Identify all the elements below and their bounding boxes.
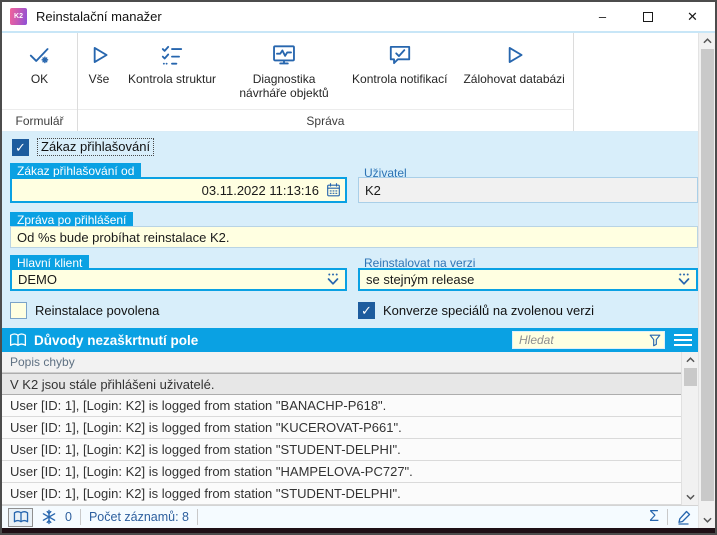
checklist-icon (159, 42, 185, 68)
ribbon-empty-area (574, 33, 698, 131)
uzivatel-input[interactable] (358, 177, 698, 203)
konverze-specialu-label[interactable]: Konverze speciálů na zvolenou verzi (383, 303, 594, 318)
window-title: Reinstalační manažer (36, 9, 162, 24)
reinstalace-povolena-checkbox[interactable] (10, 302, 27, 319)
zalohovat-databazi-label: Zálohovat databázi (463, 72, 564, 86)
kontrola-struktur-button[interactable]: Kontrola struktur (120, 38, 224, 109)
edit-pencil-icon[interactable] (676, 509, 692, 525)
statusbar: 0 Počet záznamů: 8 Σ (2, 505, 698, 528)
ribbon-group-formular: Formulář (2, 109, 77, 131)
play-icon (501, 42, 527, 68)
scroll-up-icon[interactable] (699, 33, 716, 49)
hlavni-klient-input[interactable] (10, 268, 347, 291)
ribbon-toolbar: OK Formulář Vše (2, 33, 698, 132)
scrollbar-thumb[interactable] (701, 49, 714, 501)
zalohovat-databazi-button[interactable]: Zálohovat databázi (455, 38, 572, 109)
book-icon (9, 332, 27, 348)
diagnostika-button[interactable]: Diagnostika návrháře objektů (224, 38, 344, 109)
zakaz-prihlasovani-label[interactable]: Zákaz přihlašování (37, 138, 154, 156)
table-scrollbar[interactable] (681, 352, 698, 505)
scroll-down-icon[interactable] (682, 489, 699, 505)
titlebar: K2 Reinstalační manažer – ✕ (2, 2, 715, 31)
grid-title: Důvody nezaškrtnutí pole (34, 333, 198, 348)
table-row[interactable]: V K2 jsou stále přihlášeni uživatelé. (2, 373, 698, 395)
app-window: K2 Reinstalační manažer – ✕ (0, 0, 717, 535)
form-area: Zákaz přihlašování Zákaz přihlašování od… (2, 132, 698, 328)
maximize-icon (643, 12, 653, 22)
grid-body: Popis chyby V K2 jsou stále přihlášeni u… (2, 352, 698, 505)
status-separator (80, 509, 81, 525)
kontrola-struktur-label: Kontrola struktur (128, 72, 216, 86)
chat-check-icon (387, 42, 413, 68)
status-separator (667, 509, 668, 525)
reinstalace-povolena-label[interactable]: Reinstalace povolena (35, 303, 159, 318)
menu-icon[interactable] (670, 329, 696, 351)
bottom-edge-strip (2, 528, 715, 533)
diagnostika-label: Diagnostika návrháře objektů (232, 72, 336, 100)
snowflake-icon[interactable] (41, 509, 57, 525)
kontrola-notifikaci-button[interactable]: Kontrola notifikací (344, 38, 455, 109)
play-icon (86, 42, 112, 68)
window-controls: – ✕ (580, 2, 715, 31)
sum-icon[interactable]: Σ (649, 508, 659, 526)
table-row[interactable]: User [ID: 1], [Login: K2] is logged from… (2, 483, 698, 505)
grid-rows: V K2 jsou stále přihlášeni uživatelé.Use… (2, 373, 698, 505)
kontrola-notifikaci-label: Kontrola notifikací (352, 72, 447, 86)
scroll-down-icon[interactable] (699, 512, 716, 528)
record-count: Počet záznamů: 8 (89, 510, 189, 524)
k2-logo-icon: K2 (10, 8, 27, 25)
table-row[interactable]: User [ID: 1], [Login: K2] is logged from… (2, 461, 698, 483)
vse-button[interactable]: Vše (78, 38, 120, 109)
grid-header: Důvody nezaškrtnutí pole (2, 328, 698, 352)
maximize-button[interactable] (625, 2, 670, 31)
zakaz-prihlasovani-checkbox[interactable] (12, 139, 29, 156)
close-button[interactable]: ✕ (670, 2, 715, 31)
zakaz-od-input[interactable] (10, 177, 347, 203)
monitor-pulse-icon (271, 42, 297, 68)
calendar-icon[interactable] (326, 183, 341, 198)
status-counter: 0 (65, 510, 72, 524)
zprava-input[interactable] (10, 226, 698, 248)
scrollbar-thumb[interactable] (684, 368, 697, 386)
search-input[interactable] (512, 331, 665, 349)
ok-button-label: OK (31, 72, 48, 86)
ok-button[interactable]: OK (19, 38, 61, 109)
status-separator (197, 509, 198, 525)
ok-check-icon (27, 42, 53, 68)
form-scrollbar[interactable] (698, 33, 715, 528)
book-view-button[interactable] (8, 508, 33, 527)
konverze-specialu-checkbox[interactable] (358, 302, 375, 319)
scroll-up-icon[interactable] (682, 352, 699, 368)
reinstalovat-verzi-input[interactable] (358, 268, 698, 291)
minimize-button[interactable]: – (580, 2, 625, 31)
dropdown-icon[interactable] (325, 272, 341, 288)
ribbon-group-sprava: Správa (78, 109, 573, 131)
table-row[interactable]: User [ID: 1], [Login: K2] is logged from… (2, 417, 698, 439)
book-icon (13, 510, 29, 524)
search-box (512, 331, 665, 349)
dropdown-icon[interactable] (676, 272, 692, 288)
vse-button-label: Vše (89, 72, 110, 86)
filter-icon[interactable] (648, 333, 662, 352)
column-header-popis-chyby[interactable]: Popis chyby (2, 352, 698, 373)
table-row[interactable]: User [ID: 1], [Login: K2] is logged from… (2, 395, 698, 417)
table-row[interactable]: User [ID: 1], [Login: K2] is logged from… (2, 439, 698, 461)
